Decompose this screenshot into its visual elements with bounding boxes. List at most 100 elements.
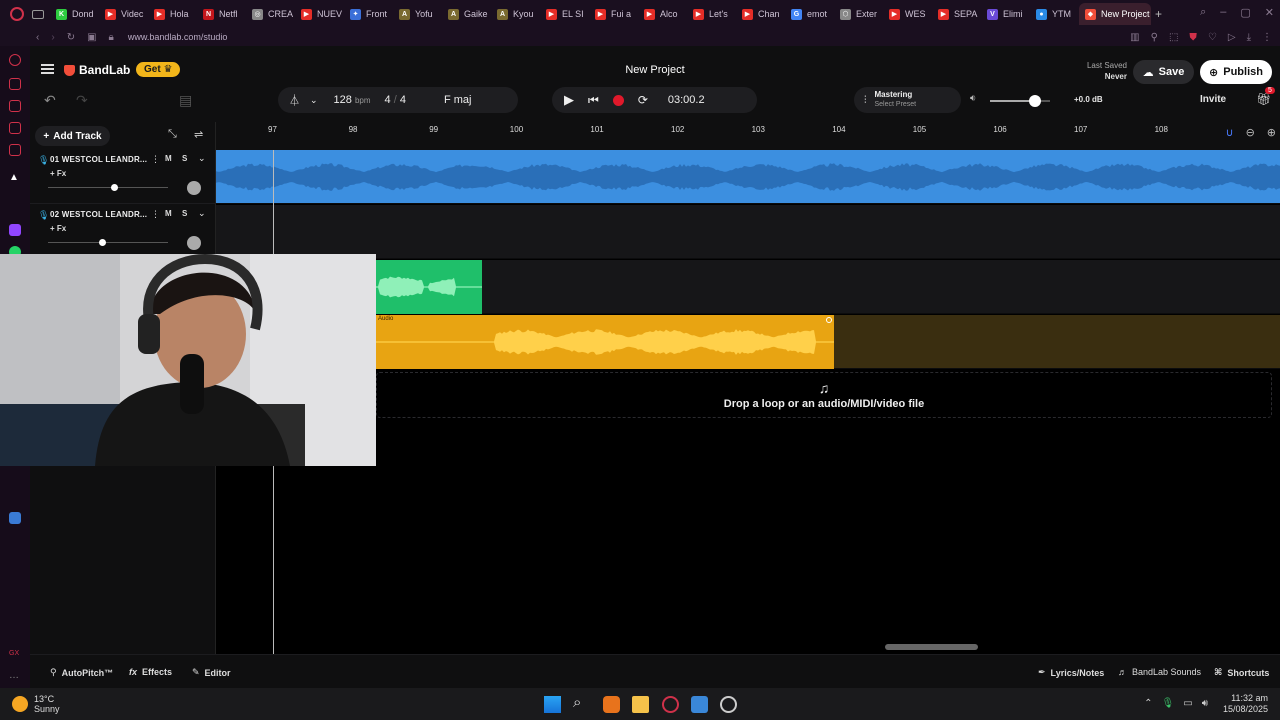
- store-icon[interactable]: [691, 696, 708, 713]
- weather-widget[interactable]: 13°C Sunny: [12, 694, 60, 714]
- track-settings-icon[interactable]: ⇌: [194, 128, 203, 141]
- master-volume-slider[interactable]: [990, 95, 1050, 107]
- search-tabs-icon[interactable]: ⌕: [1200, 6, 1206, 19]
- track-name[interactable]: 01 WESTCOL LEANDR...: [50, 155, 147, 164]
- undo-icon[interactable]: ↶: [44, 92, 56, 109]
- sidebar-gx-icon[interactable]: GX: [9, 650, 21, 662]
- track-lane-2[interactable]: [216, 205, 1280, 259]
- magnet-icon[interactable]: ∪: [1226, 126, 1234, 139]
- track-options-icon[interactable]: ⋮: [151, 154, 160, 165]
- expand-track-icon[interactable]: ⌄: [198, 153, 206, 164]
- minimize-button[interactable]: –: [1220, 6, 1226, 19]
- pin-icon[interactable]: ⚲: [1151, 32, 1158, 43]
- zoom-out-icon[interactable]: ⊖: [1246, 126, 1255, 139]
- sidebar-more-icon[interactable]: …: [9, 670, 21, 682]
- back-icon[interactable]: ‹: [36, 32, 39, 43]
- mastering-button[interactable]: ⫶ Mastering Select Preset: [854, 87, 961, 113]
- browser-tab[interactable]: A Yofu: [393, 3, 442, 25]
- solo-button[interactable]: S: [182, 154, 187, 163]
- loop-button[interactable]: ⟳: [638, 93, 648, 107]
- browser-tab[interactable]: ▶ EL SI: [540, 3, 589, 25]
- file-explorer-icon[interactable]: [632, 696, 649, 713]
- sidebar-bag-icon[interactable]: [9, 100, 21, 112]
- browser-tab[interactable]: A Gaike: [442, 3, 491, 25]
- maximize-button[interactable]: ▢: [1240, 6, 1250, 19]
- redo-icon[interactable]: ↷: [76, 92, 88, 109]
- browser-tab[interactable]: A Kyou: [491, 3, 540, 25]
- browser-tab[interactable]: V Elimi: [981, 3, 1030, 25]
- tray-chevron-icon[interactable]: ⌃: [1144, 698, 1152, 709]
- record-button[interactable]: [612, 94, 624, 106]
- shield-icon[interactable]: ⛊: [1189, 32, 1197, 43]
- add-fx-button[interactable]: + Fx: [50, 169, 66, 178]
- sidebar-vpn-icon[interactable]: [9, 512, 21, 524]
- forward-icon[interactable]: ›: [51, 32, 54, 43]
- audio-clip-green[interactable]: [376, 260, 482, 314]
- master-volume-knob[interactable]: [1029, 95, 1041, 107]
- shortcuts-button[interactable]: ⌘ Shortcuts: [1214, 667, 1269, 678]
- heart-icon[interactable]: ♡: [1208, 32, 1217, 43]
- app-icon-1[interactable]: [603, 696, 620, 713]
- browser-tab[interactable]: K Dond: [50, 3, 99, 25]
- snapshot-icon[interactable]: ⬚: [1169, 32, 1178, 43]
- lyrics-notes-button[interactable]: ✒ Lyrics/Notes: [1038, 667, 1104, 678]
- track-header-2[interactable]: 🎙︎ 02 WESTCOL LEANDR... ⋮ M S ⌄ + Fx: [30, 205, 216, 259]
- autopitch-button[interactable]: ⚲ AutoPitch™: [50, 667, 113, 678]
- speaker-icon[interactable]: 🔉︎: [970, 93, 976, 104]
- track-volume-knob[interactable]: [99, 239, 106, 246]
- menu-icon[interactable]: ⋮: [1262, 32, 1272, 43]
- editor-button[interactable]: ✎ Editor: [192, 667, 231, 678]
- timeline-ruler[interactable]: 97 98 99 100 101 102 103 104 105 106 107 108 ∪ ⊖ ⊕: [216, 122, 1280, 150]
- grid-icon[interactable]: ▤: [179, 92, 192, 109]
- volume-icon[interactable]: 🔊︎: [1202, 698, 1208, 709]
- mic-tray-icon[interactable]: 🎙︎: [1162, 698, 1175, 709]
- browser-tab[interactable]: ▶ Chan: [736, 3, 785, 25]
- search-icon[interactable]: ⌕: [573, 694, 590, 711]
- sidebar-toggle-icon[interactable]: ▥: [1130, 32, 1139, 43]
- pan-knob[interactable]: [187, 181, 201, 195]
- browser-logo-icon[interactable]: [10, 7, 24, 21]
- skip-to-start-button[interactable]: ⏮: [588, 93, 599, 108]
- browser-tab[interactable]: ▶ Alco: [638, 3, 687, 25]
- download-icon[interactable]: ⤓: [1247, 32, 1251, 43]
- effects-button[interactable]: fx Effects: [129, 667, 172, 677]
- automation-icon[interactable]: ⤡: [168, 128, 177, 141]
- system-clock[interactable]: 11:32 am 15/08/2025: [1223, 693, 1268, 715]
- metronome-dropdown-icon[interactable]: ⌄: [310, 95, 318, 106]
- close-window-button[interactable]: ✕: [1265, 6, 1274, 19]
- network-icon[interactable]: ▭: [1183, 698, 1192, 709]
- track-name[interactable]: 02 WESTCOL LEANDR...: [50, 210, 147, 219]
- expand-track-icon[interactable]: ⌄: [198, 208, 206, 219]
- new-tab-button[interactable]: +: [1155, 7, 1162, 21]
- mute-button[interactable]: M: [165, 154, 172, 163]
- key-field[interactable]: F maj: [444, 94, 472, 106]
- save-button[interactable]: ☁︎ Save: [1133, 60, 1194, 84]
- browser-tab[interactable]: N Netfl: [197, 3, 246, 25]
- drop-zone[interactable]: ♫ Drop a loop or an audio/MIDI/video fil…: [376, 372, 1272, 418]
- solo-button[interactable]: S: [182, 209, 187, 218]
- browser-tab[interactable]: ▶ SEPA: [932, 3, 981, 25]
- track-lane-1[interactable]: [216, 150, 1280, 204]
- sidebar-bandlab-icon[interactable]: ▲: [9, 172, 21, 184]
- browser-tab[interactable]: Gemot: [785, 3, 834, 25]
- browser-tab[interactable]: ▶ Videc: [99, 3, 148, 25]
- browser-tab[interactable]: ▶ WES: [883, 3, 932, 25]
- track-volume-slider[interactable]: [48, 239, 168, 246]
- track-header-1[interactable]: 🎙︎ 01 WESTCOL LEANDR... ⋮ M S ⌄ + Fx: [30, 150, 216, 204]
- play-icon[interactable]: ▷: [1228, 32, 1236, 43]
- zoom-in-icon[interactable]: ⊕: [1267, 126, 1276, 139]
- sidebar-cube-icon[interactable]: [9, 144, 21, 156]
- sidebar-cart-icon[interactable]: [9, 78, 21, 90]
- track-options-icon[interactable]: ⋮: [151, 209, 160, 220]
- browser-tab[interactable]: ▶ NUEV: [295, 3, 344, 25]
- browser-tab[interactable]: ⬡ Exter: [834, 3, 883, 25]
- start-icon[interactable]: [544, 696, 561, 713]
- browser-tab[interactable]: ▶ Fui a: [589, 3, 638, 25]
- url-field[interactable]: www.bandlab.com/studio: [128, 32, 228, 42]
- browser-tab[interactable]: ▶ Let's: [687, 3, 736, 25]
- opera-gx-icon[interactable]: [662, 696, 679, 713]
- invite-button[interactable]: Invite: [1200, 94, 1226, 105]
- audio-clip-orange[interactable]: Audio: [376, 315, 834, 369]
- horizontal-scrollbar[interactable]: [885, 644, 978, 650]
- mute-button[interactable]: M: [165, 209, 172, 218]
